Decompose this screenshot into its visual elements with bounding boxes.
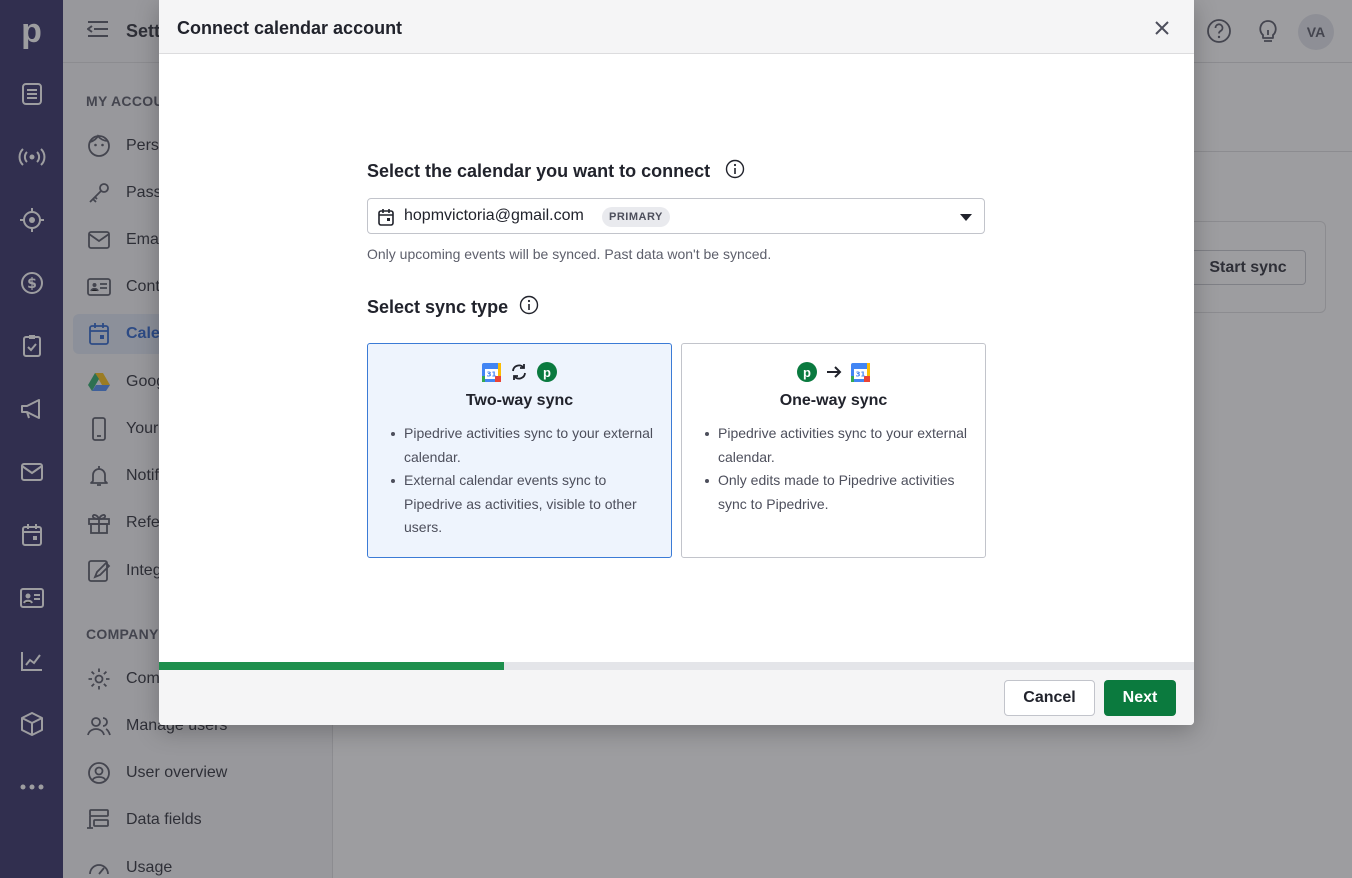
primary-badge: PRIMARY [602, 207, 670, 227]
google-calendar-icon: 31 [851, 362, 870, 382]
option-title: One-way sync [779, 392, 888, 409]
sync-type-question: Select sync type [367, 297, 509, 317]
selected-calendar-email: hopmvictoria@gmail.com [404, 207, 584, 224]
option-bullets: Pipedrive activities sync to your extern… [388, 422, 658, 540]
arrow-right-icon [827, 366, 842, 378]
svg-text:31: 31 [856, 370, 866, 378]
svg-text:31: 31 [487, 370, 497, 378]
pipedrive-icon: p [797, 362, 817, 382]
list-item: Pipedrive activities sync to your extern… [388, 422, 658, 469]
modal-header: Connect calendar account [159, 0, 1194, 54]
sync-direction-icons: p 31 [682, 361, 985, 383]
modal-title: Connect calendar account [177, 18, 403, 38]
pipedrive-icon: p [537, 362, 557, 382]
calendar-select[interactable]: hopmvictoria@gmail.com PRIMARY [367, 198, 985, 234]
connect-calendar-modal: Connect calendar account Select the cale… [159, 0, 1194, 725]
sync-hint-text: Only upcoming events will be synced. Pas… [367, 246, 772, 262]
option-title: Two-way sync [465, 392, 574, 409]
calendar-question: Select the calendar you want to connect [367, 161, 711, 181]
close-icon[interactable] [1149, 15, 1175, 41]
wizard-progress-bar [159, 662, 1194, 670]
modal-footer: Cancel Next [159, 670, 1194, 725]
sync-direction-icons: 31 p [368, 361, 671, 383]
list-item: Only edits made to Pipedrive activities … [702, 469, 972, 516]
two-way-arrows-icon [512, 364, 526, 380]
next-button[interactable]: Next [1104, 680, 1176, 716]
cancel-button[interactable]: Cancel [1004, 680, 1095, 716]
two-way-sync-option[interactable]: 31 p Two-way sync Pipedrive activities s… [367, 343, 672, 558]
info-icon[interactable] [519, 295, 539, 315]
list-item: Pipedrive activities sync to your extern… [702, 422, 972, 469]
google-calendar-icon: 31 [482, 362, 501, 382]
one-way-sync-option[interactable]: p 31 One-way sync Pipedrive activities s… [681, 343, 986, 558]
chevron-down-icon [960, 214, 972, 221]
wizard-progress-fill [159, 662, 504, 670]
info-icon[interactable] [725, 159, 745, 179]
calendar-icon [378, 209, 394, 226]
list-item: External calendar events sync to Pipedri… [388, 469, 658, 540]
option-bullets: Pipedrive activities sync to your extern… [702, 422, 972, 516]
